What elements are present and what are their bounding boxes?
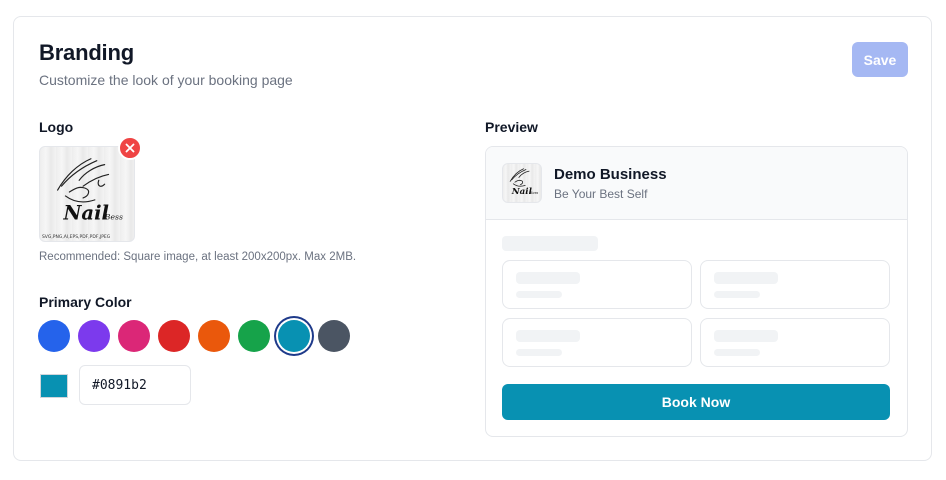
book-now-button[interactable]: Book Now — [502, 384, 890, 420]
svg-text:Nail: Nail — [511, 187, 533, 197]
logo-label: Logo — [39, 119, 74, 135]
color-swatch[interactable] — [318, 320, 350, 352]
preview-logo: Nail Bess — [502, 163, 542, 203]
color-swatch[interactable] — [238, 320, 270, 352]
color-swatch[interactable] — [118, 320, 150, 352]
skeleton-card — [502, 260, 692, 309]
skeleton-card — [700, 318, 890, 367]
color-swatches — [38, 320, 350, 352]
color-swatch[interactable] — [38, 320, 70, 352]
svg-text:Nail: Nail — [63, 201, 109, 224]
skeleton-card — [502, 318, 692, 367]
color-swatch[interactable] — [198, 320, 230, 352]
branding-card: Branding Customize the look of your book… — [13, 16, 932, 461]
close-icon — [125, 143, 135, 153]
svg-text:SVG,PNG,AI,EPS,PDF,PDF,JPEG: SVG,PNG,AI,EPS,PDF,PDF,JPEG — [42, 234, 111, 240]
svg-text:Bess: Bess — [104, 212, 123, 221]
skeleton-heading — [502, 236, 598, 251]
color-swatch[interactable] — [78, 320, 110, 352]
skeleton-card — [700, 260, 890, 309]
save-button[interactable]: Save — [852, 42, 908, 77]
preview-label: Preview — [485, 119, 538, 135]
color-swatch[interactable] — [158, 320, 190, 352]
primary-color-label: Primary Color — [39, 294, 132, 310]
booking-preview: Nail Bess Demo Business Be Your Best Sel… — [485, 146, 908, 437]
logo-image[interactable]: Nail Bess SVG,PNG,AI,EPS,PDF,PDF,JPEG — [39, 146, 135, 242]
color-hex-input[interactable] — [79, 365, 191, 405]
svg-text:Bess: Bess — [529, 191, 539, 195]
preview-header: Nail Bess Demo Business Be Your Best Sel… — [486, 147, 907, 220]
nail-logo-graphic: Nail Bess SVG,PNG,AI,EPS,PDF,PDF,JPEG — [42, 158, 123, 240]
nail-logo-graphic-small: Nail Bess — [509, 168, 539, 197]
page-title: Branding — [39, 40, 134, 65]
business-tagline: Be Your Best Self — [554, 187, 648, 201]
page-subtitle: Customize the look of your booking page — [39, 72, 293, 88]
logo-hint: Recommended: Square image, at least 200x… — [39, 251, 357, 263]
color-swatch[interactable] — [278, 320, 310, 352]
business-name: Demo Business — [554, 166, 667, 183]
remove-logo-button[interactable] — [118, 136, 142, 160]
current-color-preview — [40, 374, 68, 398]
